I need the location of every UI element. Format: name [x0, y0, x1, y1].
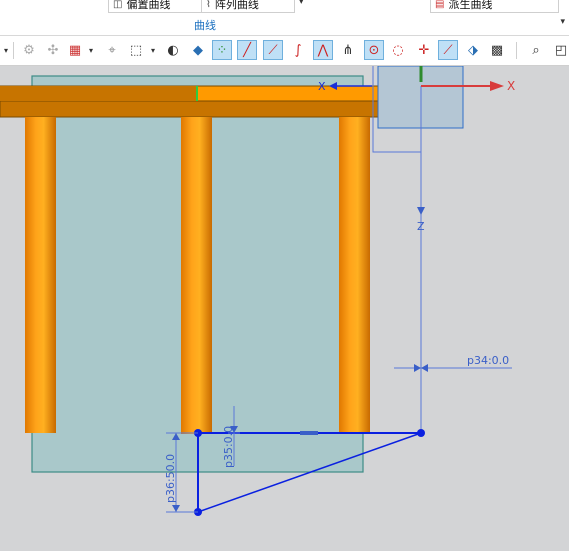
sketch-point-top-right[interactable] — [417, 429, 425, 437]
view-orient-icon[interactable]: ◰ — [551, 40, 569, 60]
zoom-fit-icon[interactable]: ⌕ — [526, 40, 546, 60]
leg-right[interactable] — [339, 117, 370, 433]
snap-grid-icon[interactable]: ▩ — [487, 40, 507, 60]
snap-toolbar: ▾ ⚙ ✣ ▦ ▾ ⌖ ⬚ ▾ ◐ ◆ ⁘ ╱ ⟋ ∫ ⋀ ⋔ ⊙ ◌ ✛ ⟋ … — [0, 36, 569, 66]
ribbon: ◫ 偏置曲线 ⌇ 阵列曲线 ▾ ▤ 派生曲线 曲线 ▾ — [0, 0, 569, 36]
p35-dimension[interactable]: p35:0.0 — [222, 426, 235, 468]
snap-midpoint-icon[interactable]: ⟋ — [263, 40, 283, 60]
x-axis-secondary-label: X — [318, 80, 326, 93]
move-object-icon[interactable]: ✣ — [43, 40, 63, 60]
snap-quadrant-icon[interactable]: ◌ — [388, 40, 408, 60]
snap-curve-icon[interactable]: ∫ — [288, 40, 308, 60]
p34-arrow-right — [421, 364, 428, 372]
z-axis-arrow — [417, 207, 425, 215]
rectangle-select-dropdown[interactable]: ▾ — [149, 40, 157, 60]
show-hide-icon[interactable]: ⚙ — [19, 40, 39, 60]
scene-canvas[interactable]: Z X X p34:0.0 p35:0.0 p36:50.0 — [0, 66, 569, 551]
top-rail-left-face — [0, 86, 197, 101]
z-axis-label: Z — [417, 220, 425, 233]
offset-curve-label: 偏置曲线 — [126, 0, 171, 11]
rectangle-select-icon[interactable]: ⬚ — [126, 40, 146, 60]
toolbar-separator — [516, 42, 517, 59]
p36-dimension[interactable]: p36:50.0 — [164, 454, 177, 503]
leg-middle[interactable] — [181, 117, 212, 434]
p34-arrow-left — [414, 364, 421, 372]
p34-dimension[interactable]: p34:0.0 — [467, 354, 509, 367]
snap-tangent-icon[interactable]: ⋔ — [338, 40, 358, 60]
snap-endpoint-icon[interactable]: ╱ — [237, 40, 257, 60]
leg-left[interactable] — [25, 117, 56, 433]
toolbar-separator — [13, 42, 14, 59]
derived-curve-button[interactable]: ▤ 派生曲线 — [430, 0, 559, 13]
snap-existing-point-icon[interactable]: ✛ — [414, 40, 434, 60]
derived-curve-icon: ▤ — [435, 0, 445, 10]
derived-curve-label: 派生曲线 — [448, 0, 493, 11]
body-select-icon[interactable]: ◆ — [188, 40, 208, 60]
toolbar-left-dropdown[interactable]: ▾ — [2, 40, 10, 60]
snap-point-on-curve-icon[interactable]: ⟋ — [438, 40, 458, 60]
curve-group-label: 曲线 — [194, 19, 216, 32]
offset-curve-button[interactable]: ◫ 偏置曲线 — [108, 0, 202, 13]
selection-filter-icon[interactable]: ▦ — [65, 40, 85, 60]
x-axis-label: X — [507, 79, 515, 93]
top-rail-back[interactable] — [0, 99, 399, 118]
snap-point-on-face-icon[interactable]: ⬗ — [463, 40, 483, 60]
snap-point-icon[interactable]: ⌖ — [102, 40, 122, 60]
selection-filter-dropdown[interactable]: ▾ — [87, 40, 95, 60]
ribbon-dropdown-arrow[interactable]: ▾ — [299, 0, 304, 7]
snap-control-point-icon[interactable]: ⁘ — [212, 40, 232, 60]
x-axis-arrow — [490, 81, 504, 91]
graphics-viewport[interactable]: Z X X p34:0.0 p35:0.0 p36:50.0 — [0, 66, 569, 551]
ribbon-collapse-arrow[interactable]: ▾ — [560, 17, 565, 27]
pattern-curve-label: 阵列曲线 — [214, 0, 259, 11]
snap-arc-center-icon[interactable]: ⊙ — [364, 40, 384, 60]
offset-curve-icon: ◫ — [113, 0, 123, 10]
pattern-curve-button[interactable]: ⌇ 阵列曲线 — [201, 0, 295, 13]
solid-view-icon[interactable]: ◐ — [163, 40, 183, 60]
pattern-curve-icon: ⌇ — [206, 0, 211, 10]
snap-intersection-icon[interactable]: ⋀ — [313, 40, 333, 60]
p36-arrow-bottom — [172, 505, 180, 512]
